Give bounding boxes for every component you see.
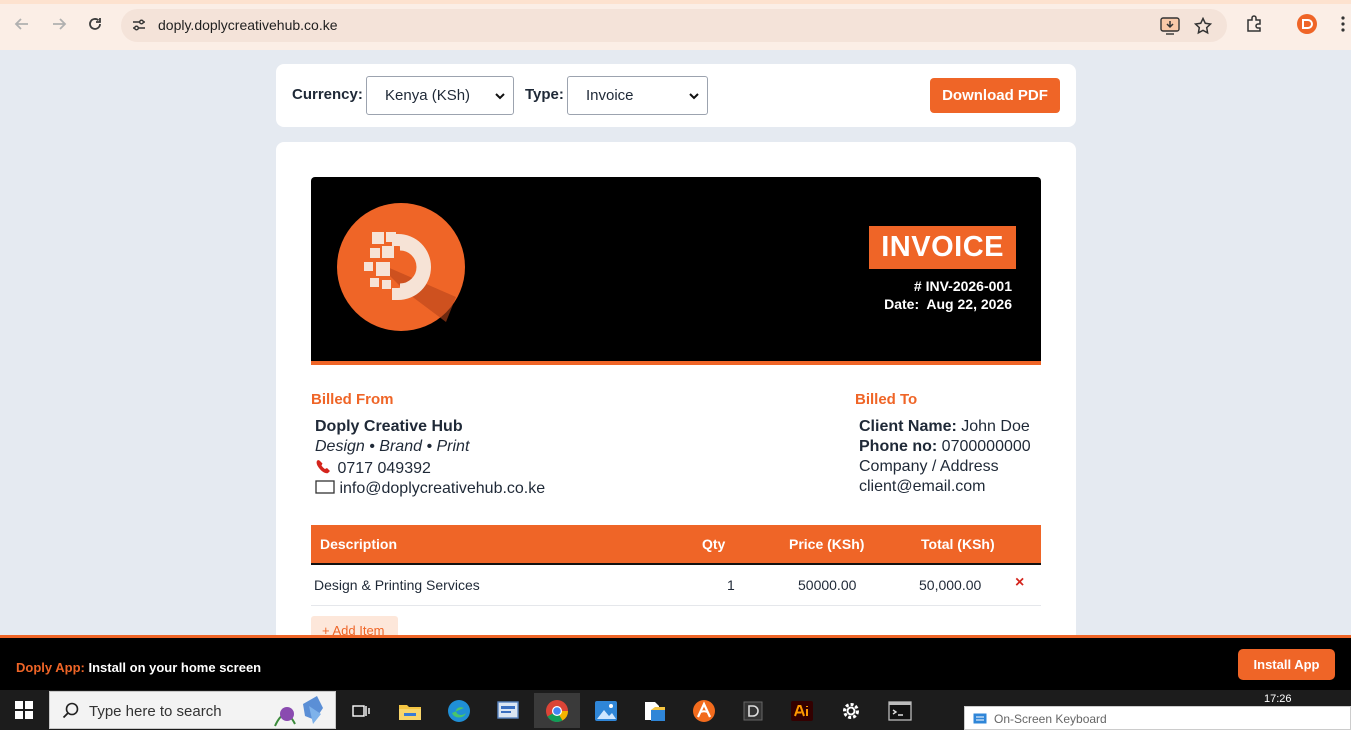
currency-selected-value: Kenya (KSh) [385,87,471,104]
table-row: Design & Printing Services 1 50000.00 50… [311,565,1041,606]
search-highlight-illustration-icon [274,696,323,727]
search-icon [62,702,79,719]
invoice-header: INVOICE # INV-2026-001 Date: Aug 22, 202… [311,177,1041,365]
profile-avatar-icon[interactable] [1295,12,1319,36]
install-banner-brand: Doply App: [16,660,85,675]
invoice-type-badge: INVOICE [869,226,1016,269]
col-total: Total (KSh) [921,536,995,552]
settings-gear-icon[interactable] [828,693,874,728]
taskbar-search-placeholder: Type here to search [89,703,222,720]
d-app-icon[interactable] [730,693,776,728]
currency-select[interactable]: Kenya (KSh) [366,76,514,115]
invoice-date: Date: Aug 22, 2026 [884,296,1012,312]
doply-logo-icon [337,203,465,331]
billed-to-heading: Billed To [855,391,918,408]
item-description[interactable]: Design & Printing Services [314,577,480,593]
chevron-down-icon [495,93,505,100]
windows-start-icon[interactable] [0,690,48,730]
date-value: Aug 22, 2026 [926,296,1012,312]
app-window-icon[interactable] [485,693,531,728]
taskbar-search-box[interactable]: Type here to search [49,691,336,729]
date-label: Date: [884,296,920,312]
col-description: Description [320,536,398,552]
company-name[interactable]: Doply Creative Hub [315,418,463,436]
on-screen-keyboard-title: On-Screen Keyboard [994,712,1107,726]
browser-toolbar: doply.doplycreativehub.co.ke [0,0,1351,50]
company-tagline[interactable]: Design • Brand • Print [315,438,469,456]
items-table-header: Description Qty Price (KSh) Total (KSh) [311,525,1041,565]
phone-icon [316,460,330,474]
taskbar-clock[interactable]: 17:26 [1264,693,1292,705]
client-address[interactable]: Company / Address [859,458,999,476]
type-select[interactable]: Invoice [567,76,708,115]
client-phone-label: Phone no: [859,438,938,455]
company-email[interactable]: info@doplycreativehub.co.ke [339,480,545,497]
col-price: Price (KSh) [789,536,865,552]
task-view-icon[interactable] [338,693,384,728]
forward-icon[interactable] [47,12,71,36]
chrome-browser-icon[interactable] [534,693,580,728]
install-app-icon[interactable] [1159,15,1181,37]
keyboard-icon [973,713,987,724]
install-banner-text: Doply App: Install on your home screen [16,660,261,675]
client-phone-value[interactable]: 0700000000 [942,438,1031,455]
illustrator-icon[interactable] [779,693,825,728]
install-app-button[interactable]: Install App [1238,649,1335,680]
remove-item-icon[interactable]: × [1015,574,1024,592]
client-name-value[interactable]: John Doe [961,418,1030,435]
invoice-number: # INV-2026-001 [913,278,1012,294]
envelope-icon [315,480,335,494]
client-name-line[interactable]: Client Name: John Doe [859,418,1030,436]
item-qty[interactable]: 1 [727,577,735,593]
type-label: Type: [525,86,564,103]
install-banner-message: Install on your home screen [88,660,262,675]
item-price[interactable]: 50000.00 [798,577,856,593]
client-email[interactable]: client@email.com [859,478,986,496]
reload-icon[interactable] [83,12,107,36]
menu-kebab-icon[interactable] [1331,12,1351,36]
company-phone[interactable]: 0717 049392 [337,460,430,477]
tab-strip-edge [0,0,1351,4]
item-total: 50,000.00 [919,577,982,593]
controls-card: Currency: Kenya (KSh) Type: Invoice Down… [276,64,1076,127]
address-bar[interactable]: doply.doplycreativehub.co.ke [121,9,1227,42]
currency-label: Currency: [292,86,363,103]
terminal-icon[interactable] [877,693,923,728]
extensions-icon[interactable] [1242,12,1266,36]
company-phone-line: 0717 049392 [315,459,431,478]
orange-app-icon[interactable] [681,693,727,728]
site-settings-icon[interactable] [131,17,147,33]
chevron-down-icon [689,93,699,100]
client-name-label: Client Name: [859,418,957,435]
on-screen-keyboard-window[interactable]: On-Screen Keyboard [964,706,1351,730]
download-pdf-button[interactable]: Download PDF [930,78,1060,113]
client-phone-line[interactable]: Phone no: 0700000000 [859,438,1031,456]
bookmark-star-icon[interactable] [1192,15,1214,37]
type-selected-value: Invoice [586,87,634,104]
back-icon[interactable] [10,12,34,36]
file-explorer-icon[interactable] [387,693,433,728]
billed-from-heading: Billed From [311,391,394,408]
file-manager-icon[interactable] [632,693,678,728]
company-email-line: info@doplycreativehub.co.ke [315,480,545,498]
install-app-banner: Doply App: Install on your home screen I… [0,635,1351,690]
col-qty: Qty [702,536,726,552]
edge-browser-icon[interactable] [436,693,482,728]
photos-app-icon[interactable] [583,693,629,728]
url-text[interactable]: doply.doplycreativehub.co.ke [158,17,338,33]
invoice-card: INVOICE # INV-2026-001 Date: Aug 22, 202… [276,142,1076,642]
